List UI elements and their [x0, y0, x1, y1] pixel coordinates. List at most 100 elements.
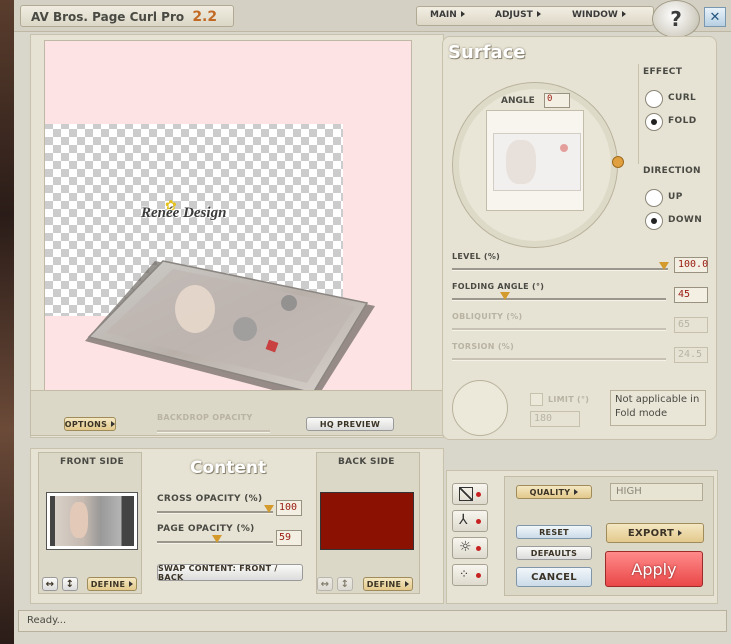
menu-window[interactable]: WINDOW: [572, 10, 626, 20]
menu-adjust[interactable]: ADJUST: [495, 10, 541, 20]
status-text: Ready...: [27, 615, 67, 626]
back-flip-vertical-button[interactable]: ↕: [337, 577, 353, 591]
effect-label: EFFECT: [643, 67, 683, 77]
export-button[interactable]: EXPORT: [606, 523, 704, 543]
light-icon: ☼: [459, 539, 472, 555]
front-side-face: [70, 502, 88, 538]
apply-label: Apply: [631, 559, 677, 579]
plugin-window: AV Bros. Page Curl Pro 2.2 MAIN ADJUST W…: [14, 0, 731, 644]
torsion-slider[interactable]: [452, 358, 666, 361]
torsion-label: TORSION (%): [452, 342, 515, 351]
page-tool-icon: [459, 487, 473, 501]
tool-axis-button[interactable]: ⅄: [452, 510, 488, 532]
reset-button[interactable]: RESET: [516, 525, 592, 539]
level-slider[interactable]: [452, 268, 668, 271]
options-label: OPTIONS: [64, 419, 108, 429]
angle-input[interactable]: 0: [544, 93, 570, 108]
hq-preview-label: HQ PREVIEW: [319, 419, 381, 429]
menu-main[interactable]: MAIN: [430, 10, 465, 20]
apply-button[interactable]: Apply: [605, 551, 703, 587]
defaults-button[interactable]: DEFAULTS: [516, 546, 592, 560]
tool-grid-button[interactable]: ⁘: [452, 564, 488, 586]
surface-title: Surface: [448, 42, 526, 63]
back-define-button[interactable]: DEFINE: [363, 577, 413, 591]
front-side-thumbnail[interactable]: [46, 492, 138, 550]
effect-curl-radio[interactable]: [645, 90, 663, 108]
obliquity-input[interactable]: 65: [674, 317, 708, 333]
cross-opacity-slider-thumb[interactable]: [264, 505, 274, 513]
help-button[interactable]: ?: [652, 0, 700, 38]
direction-label: DIRECTION: [643, 166, 701, 176]
page-opacity-slider-thumb[interactable]: [212, 535, 222, 543]
limit-checkbox[interactable]: [530, 393, 543, 406]
effect-fold-radio[interactable]: [645, 113, 663, 131]
back-side-swatch[interactable]: [320, 492, 414, 550]
folding-angle-slider[interactable]: [452, 298, 666, 301]
tool-grid-indicator: [476, 573, 481, 578]
cancel-button[interactable]: CANCEL: [516, 567, 592, 587]
fold-mode-note-text: Not applicable in Fold mode: [615, 394, 700, 419]
preview-canvas[interactable]: ✿ Renée Design: [44, 40, 412, 407]
back-flip-vertical-icon: ↕: [340, 578, 350, 590]
content-title: Content: [190, 458, 267, 478]
folding-angle-label: FOLDING ANGLE (°): [452, 282, 545, 291]
tool-page-indicator: [476, 492, 481, 497]
obliquity-slider[interactable]: [452, 328, 666, 331]
angle-label: ANGLE: [501, 96, 535, 106]
direction-up-label: UP: [668, 192, 683, 202]
back-flip-horizontal-icon: ↔: [320, 578, 330, 590]
level-slider-thumb[interactable]: [659, 262, 669, 270]
status-bar: Ready...: [18, 610, 727, 632]
front-flip-horizontal-button[interactable]: ↔: [42, 577, 58, 591]
effect-fold-selected-dot: [651, 119, 657, 125]
angle-preview-box: [486, 110, 584, 211]
close-button[interactable]: ✕: [704, 7, 726, 27]
direction-down-label: DOWN: [668, 215, 703, 225]
page-face: [175, 285, 215, 333]
effect-fold-label: FOLD: [668, 116, 697, 126]
backdrop-opacity-label: BACKDROP OPACITY: [157, 413, 253, 422]
back-flip-horizontal-button[interactable]: ↔: [317, 577, 333, 591]
app-title: AV Bros. Page Curl Pro: [31, 10, 185, 24]
swap-content-button[interactable]: SWAP CONTENT: FRONT / BACK: [157, 563, 303, 582]
page-ornament-2: [281, 295, 297, 311]
level-input[interactable]: 100.0: [674, 257, 708, 273]
angle-preview-thumbnail: [493, 133, 581, 191]
angle-dial-handle[interactable]: [612, 156, 624, 168]
tool-page-button[interactable]: [452, 483, 488, 505]
limit-dial[interactable]: [452, 380, 508, 436]
page-opacity-input[interactable]: 59: [276, 530, 302, 546]
quality-label: QUALITY: [529, 487, 571, 497]
folding-angle-input[interactable]: 45: [674, 287, 708, 303]
torsion-input[interactable]: 24.5: [674, 347, 708, 363]
close-icon: ✕: [709, 9, 721, 25]
cross-opacity-slider[interactable]: [157, 511, 273, 514]
tool-light-indicator: [476, 546, 481, 551]
watermark-text: Renée Design: [141, 205, 227, 221]
flip-horizontal-icon: ↔: [45, 578, 55, 590]
angle-preview-face: [506, 140, 536, 184]
direction-up-radio[interactable]: [645, 189, 663, 207]
limit-label: LIMIT (°): [548, 395, 590, 404]
folding-angle-slider-thumb[interactable]: [500, 292, 510, 300]
cross-opacity-input[interactable]: 100: [276, 500, 302, 516]
level-label: LEVEL (%): [452, 252, 501, 261]
front-side-image: [50, 496, 134, 546]
menu-main-label: MAIN: [430, 10, 457, 20]
defaults-label: DEFAULTS: [530, 548, 578, 558]
tool-light-button[interactable]: ☼: [452, 537, 488, 559]
direction-down-radio[interactable]: [645, 212, 663, 230]
backdrop-opacity-slider[interactable]: [157, 430, 270, 433]
help-icon: ?: [670, 7, 682, 31]
hq-preview-button[interactable]: HQ PREVIEW: [306, 417, 394, 431]
front-define-button[interactable]: DEFINE: [87, 577, 137, 591]
limit-input[interactable]: 180: [530, 411, 580, 427]
options-button[interactable]: OPTIONS: [64, 417, 116, 431]
menu-adjust-label: ADJUST: [495, 10, 533, 20]
front-flip-vertical-button[interactable]: ↕: [62, 577, 78, 591]
swap-content-label: SWAP CONTENT: FRONT / BACK: [158, 563, 278, 582]
axis-icon: ⅄: [459, 512, 468, 528]
quality-button[interactable]: QUALITY: [516, 485, 592, 499]
effect-curl-label: CURL: [668, 93, 697, 103]
back-define-label: DEFINE: [366, 579, 402, 589]
